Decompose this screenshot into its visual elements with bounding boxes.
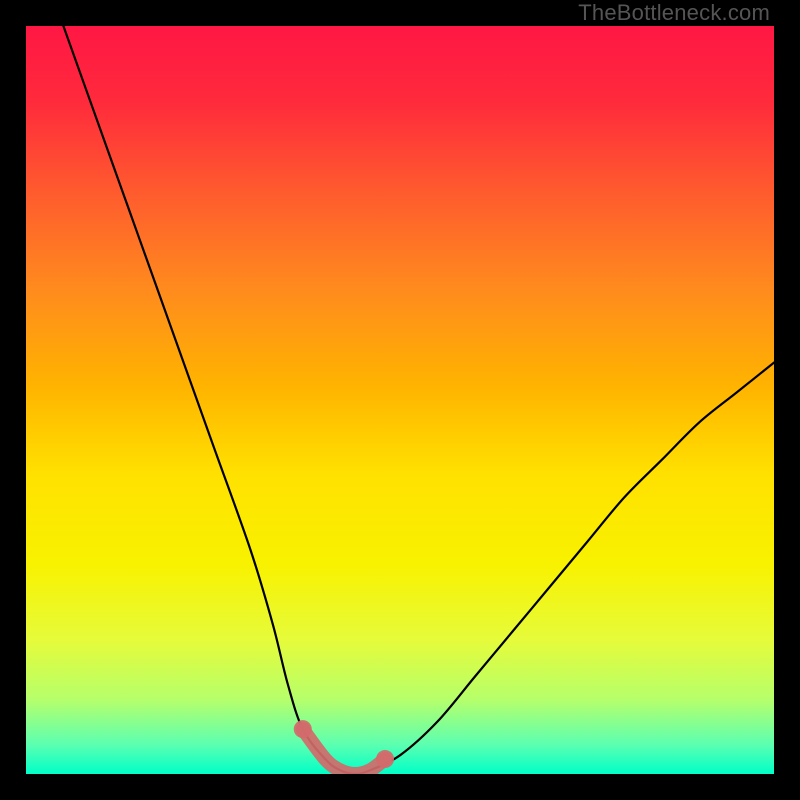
watermark-text: TheBottleneck.com (578, 0, 770, 26)
chart-svg (26, 26, 774, 774)
plot-area (26, 26, 774, 774)
min-highlight (303, 729, 385, 774)
bottleneck-curve (63, 26, 774, 774)
outer-frame: TheBottleneck.com (0, 0, 800, 800)
